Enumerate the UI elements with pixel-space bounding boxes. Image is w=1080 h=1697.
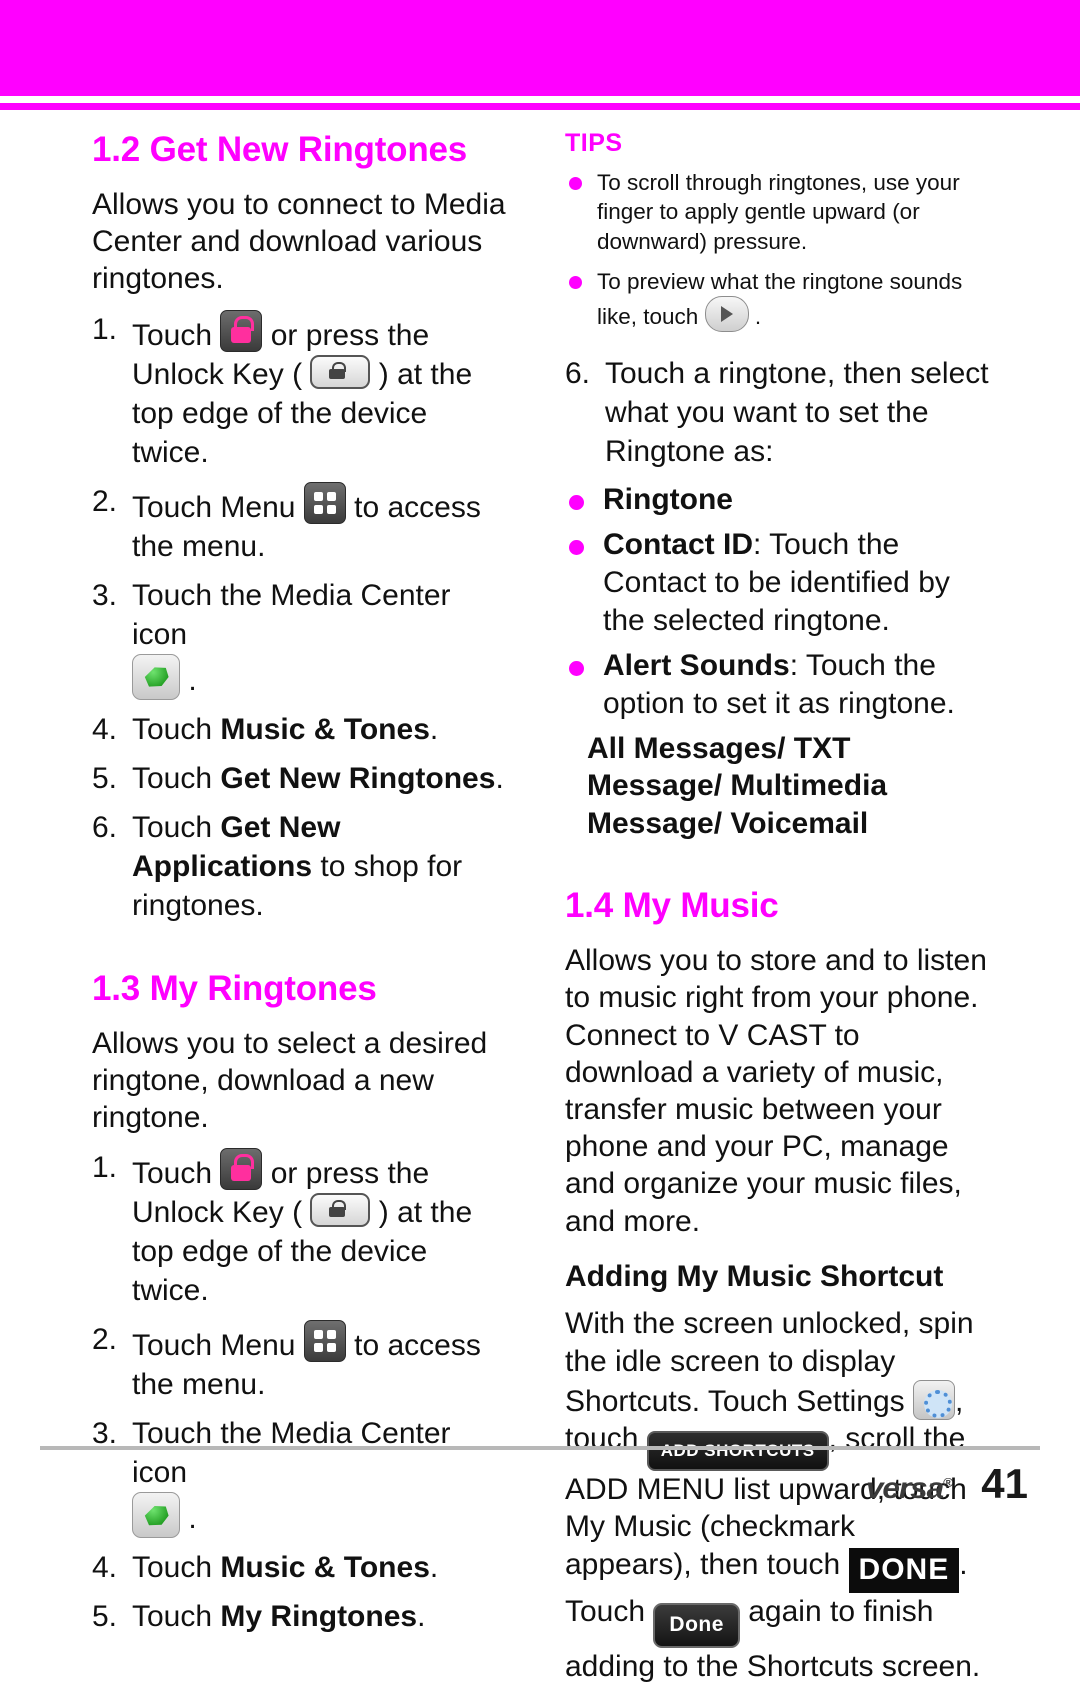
right-column: TIPS To scroll through ringtones, use yo… bbox=[565, 128, 990, 1697]
lock-icon bbox=[220, 309, 263, 352]
step-text-pre: Touch bbox=[132, 1157, 213, 1191]
step-text-post: . bbox=[429, 712, 439, 746]
step-number: 2. bbox=[92, 1323, 118, 1357]
step-number: 2. bbox=[92, 484, 118, 518]
step-text-pre: Touch bbox=[132, 810, 213, 844]
step-item: 6. Touch a ringtone, then select what yo… bbox=[565, 354, 990, 471]
band-gap bbox=[0, 96, 1080, 103]
step-text-pre: Touch Menu bbox=[132, 1329, 296, 1363]
step-text-pre: Touch bbox=[132, 761, 213, 795]
step-item: 2. Touch Menu to access the menu. bbox=[92, 1320, 512, 1404]
option-label: Contact ID bbox=[603, 527, 753, 561]
right-steps: 6. Touch a ringtone, then select what yo… bbox=[565, 354, 990, 471]
step-item: 3. Touch the Media Center icon . bbox=[92, 576, 512, 700]
step-text-post: . bbox=[429, 1551, 439, 1585]
step-text-pre: Touch bbox=[132, 712, 213, 746]
unlock-key-icon bbox=[310, 1193, 371, 1228]
menu-icon bbox=[303, 481, 346, 524]
step-number: 1. bbox=[92, 1151, 118, 1185]
left-column: 1.2 Get New Ringtones Allows you to conn… bbox=[92, 128, 512, 1646]
page-content: 1.2 Get New Ringtones Allows you to conn… bbox=[0, 110, 1080, 1683]
step-text-post: . bbox=[495, 761, 504, 795]
step-item: 3. Touch the Media Center icon . bbox=[92, 1414, 512, 1539]
step-item: 1. Touch or press the Unlock Key ( ) at … bbox=[92, 1148, 512, 1310]
play-icon bbox=[704, 296, 749, 333]
step-number: 6. bbox=[92, 810, 118, 844]
step-text-post: . bbox=[417, 1600, 426, 1634]
section-title-1-2: 1.2 Get New Ringtones bbox=[92, 130, 468, 169]
tip-text: To scroll through ringtones, use your fi… bbox=[597, 169, 960, 254]
option-item: Ringtone bbox=[565, 481, 990, 519]
step-text: Touch a ringtone, then select what you w… bbox=[605, 357, 989, 469]
step-number: 4. bbox=[92, 712, 118, 746]
section-1-3-intro: Allows you to select a desired ringtone,… bbox=[92, 1026, 488, 1135]
step-item: 1. Touch or press the Unlock Key ( ) at … bbox=[92, 309, 512, 472]
step-bold-label: Get New Ringtones bbox=[220, 761, 496, 795]
ringtone-options-list: Ringtone Contact ID: Touch the Contact t… bbox=[565, 481, 990, 723]
step-text-post: . bbox=[188, 663, 197, 697]
step-text-pre: Touch the Media Center icon bbox=[132, 578, 451, 651]
step-text-pre: Touch bbox=[132, 318, 213, 352]
section-1-4-intro: Allows you to store and to listen to mus… bbox=[565, 944, 987, 1238]
section-1-2-intro: Allows you to connect to Media Center an… bbox=[92, 188, 506, 296]
step-number: 3. bbox=[92, 578, 118, 612]
step-item: 5. Touch Get New Ringtones. bbox=[92, 759, 512, 798]
option-label: Ringtone bbox=[603, 483, 733, 517]
media-center-icon bbox=[132, 653, 180, 700]
done-button-small[interactable]: Done bbox=[653, 1602, 740, 1648]
step-item: 4. Touch Music & Tones. bbox=[92, 1548, 512, 1587]
step-item: 2. Touch Menu to access the menu. bbox=[92, 481, 512, 566]
tips-list: To scroll through ringtones, use your fi… bbox=[565, 168, 990, 333]
step-text-pre: Touch the Media Center icon bbox=[132, 1417, 451, 1490]
section-1-3-steps: 1. Touch or press the Unlock Key ( ) at … bbox=[92, 1148, 512, 1636]
footer-divider bbox=[40, 1446, 1040, 1450]
step-text-pre: Touch bbox=[132, 1551, 213, 1585]
tip-item: To preview what the ringtone sounds like… bbox=[565, 267, 990, 333]
step-number: 1. bbox=[92, 312, 118, 346]
done-button-large[interactable]: DONE bbox=[848, 1547, 960, 1593]
step-bold-label: Music & Tones bbox=[220, 712, 430, 746]
unlock-key-icon bbox=[310, 354, 371, 389]
step-bold-label: Music & Tones bbox=[220, 1551, 430, 1585]
tip-item: To scroll through ringtones, use your fi… bbox=[565, 168, 990, 257]
step-number: 6. bbox=[565, 357, 591, 391]
adding-shortcut-subheading: Adding My Music Shortcut bbox=[565, 1259, 944, 1293]
media-center-icon bbox=[132, 1492, 180, 1539]
section-title-1-3: 1.3 My Ringtones bbox=[92, 968, 377, 1008]
magenta-rule bbox=[0, 103, 1080, 110]
settings-icon bbox=[912, 1379, 955, 1420]
tip-text-post: . bbox=[754, 304, 762, 330]
step-item: 4. Touch Music & Tones. bbox=[92, 710, 512, 749]
step-number: 5. bbox=[92, 1600, 118, 1634]
menu-icon bbox=[303, 1320, 346, 1363]
tips-title: TIPS bbox=[565, 129, 623, 157]
option-item: Alert Sounds: Touch the option to set it… bbox=[565, 647, 990, 724]
step-bold-label: My Ringtones bbox=[220, 1600, 418, 1634]
section-title-1-4: 1.4 My Music bbox=[565, 886, 779, 926]
lock-icon bbox=[220, 1148, 263, 1191]
step-text-pre: Touch bbox=[132, 1600, 213, 1634]
add-shortcuts-button[interactable]: ADD SHORTCUTS bbox=[646, 1431, 829, 1472]
all-messages-line: All Messages/ TXT Message/ Multimedia Me… bbox=[587, 731, 888, 840]
versa-logo-text: versa bbox=[865, 1472, 944, 1505]
step-text-pre: Touch Menu bbox=[132, 490, 296, 524]
section-1-2-steps: 1. Touch or press the Unlock Key ( ) at … bbox=[92, 309, 512, 925]
top-magenta-band bbox=[0, 0, 1080, 96]
step-item: 5. Touch My Ringtones. bbox=[92, 1597, 512, 1636]
tip-text-pre: To preview what the ringtone sounds like… bbox=[597, 268, 963, 330]
option-label: Alert Sounds bbox=[603, 648, 790, 682]
step-number: 4. bbox=[92, 1551, 118, 1585]
step-number: 5. bbox=[92, 761, 118, 795]
option-item: Contact ID: Touch the Contact to be iden… bbox=[565, 526, 990, 641]
versa-logo-mark: ® bbox=[943, 1475, 953, 1490]
versa-logo: versa® bbox=[865, 1472, 953, 1506]
page-number: 41 bbox=[981, 1460, 1028, 1507]
step-item: 6. Touch Get New Applications to shop fo… bbox=[92, 808, 512, 925]
step-text-post: . bbox=[188, 1502, 197, 1536]
